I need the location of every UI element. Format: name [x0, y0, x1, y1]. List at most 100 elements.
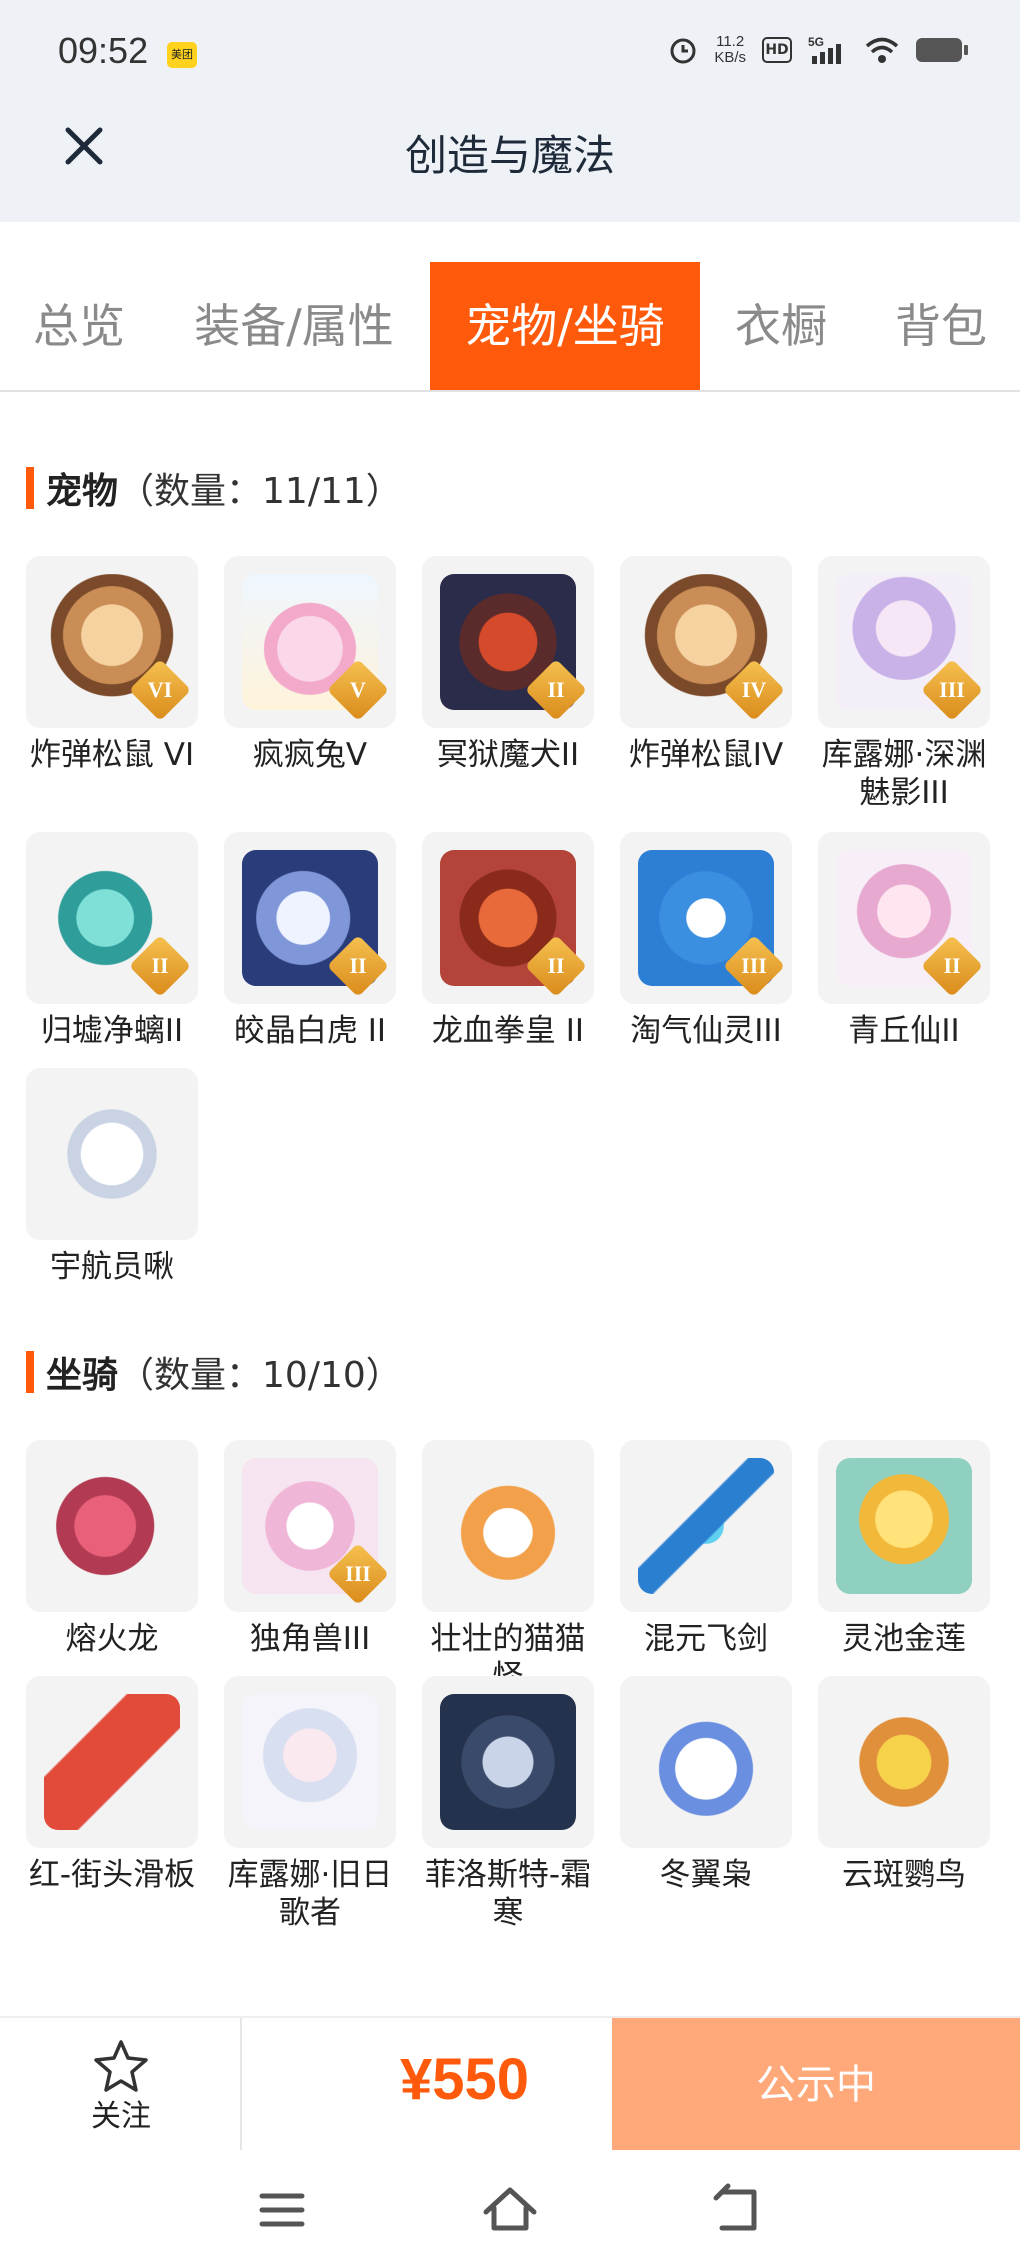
pet-name: 炸弹松鼠IV — [628, 737, 784, 773]
rank-badge-icon: IV — [722, 658, 786, 722]
top-area: 09:52 美团 11.2 KB/s HD 5G 创造与魔法 — [0, 0, 1020, 222]
rank-badge-icon: II — [524, 934, 588, 998]
mount-name: 冬翼枭 — [659, 1857, 753, 1893]
back-icon[interactable] — [708, 2180, 768, 2240]
tab-wardrobe[interactable]: 衣橱 — [700, 262, 862, 390]
pet-thumbnail: II — [224, 832, 396, 1004]
mount-item[interactable]: 壮壮的猫猫怪 — [422, 1440, 594, 1696]
mount-thumbnail — [422, 1676, 594, 1848]
tab-backpack[interactable]: 背包 — [862, 262, 1020, 390]
rank-badge-label: VI — [147, 677, 173, 702]
mount-thumbnail — [818, 1676, 990, 1848]
pet-name: 宇航员啾 — [50, 1249, 174, 1285]
parrot-icon — [836, 1694, 972, 1830]
mount-name: 独角兽III — [249, 1621, 371, 1657]
pet-thumbnail: II — [422, 832, 594, 1004]
price: ¥550 — [400, 2047, 530, 2112]
cat-icon — [440, 1458, 576, 1594]
rank-badge-icon: II — [128, 934, 192, 998]
pet-name: 青丘仙II — [848, 1013, 960, 1049]
rank-badge-label: III — [939, 677, 965, 702]
page-title: 创造与魔法 — [404, 131, 615, 180]
pet-name: 龙血拳皇 II — [431, 1013, 585, 1049]
status-icons: 11.2 KB/s HD 5G — [668, 33, 968, 66]
mount-item[interactable]: 冬翼枭 — [620, 1676, 792, 1894]
mount-item[interactable]: 混元飞剑 — [620, 1440, 792, 1658]
pet-item[interactable]: II 青丘仙II — [818, 832, 990, 1050]
warrior-icon — [440, 1694, 576, 1830]
tab-pets-mounts[interactable]: 宠物/坐骑 — [430, 262, 700, 390]
status-bar: 09:52 美团 11.2 KB/s HD 5G — [0, 0, 1020, 110]
mount-thumbnail — [620, 1676, 792, 1848]
mount-thumbnail — [422, 1440, 594, 1612]
mount-name: 红-街头滑板 — [28, 1857, 196, 1893]
pet-thumbnail: VI — [26, 556, 198, 728]
mount-item[interactable]: 熔火龙 — [26, 1440, 198, 1658]
mount-name: 混元飞剑 — [644, 1621, 768, 1657]
mounts-section-title: 坐骑 （数量：10/10） — [26, 1346, 402, 1398]
pet-thumbnail: III — [818, 556, 990, 728]
mount-item[interactable]: 灵池金莲 — [818, 1440, 990, 1658]
follow-button[interactable]: 关注 — [0, 2018, 242, 2152]
fire-dragon-icon — [44, 1458, 180, 1594]
rank-badge-icon: VI — [128, 658, 192, 722]
pet-item[interactable]: II 冥狱魔犬II — [422, 556, 594, 774]
rank-badge-label: II — [547, 953, 565, 978]
pet-item[interactable]: 宇航员啾 — [26, 1068, 198, 1286]
rank-badge-label: IV — [741, 677, 767, 702]
status-time: 09:52 — [58, 30, 149, 71]
rank-badge-label: V — [350, 677, 366, 702]
mount-thumbnail — [26, 1440, 198, 1612]
mount-name: 熔火龙 — [65, 1621, 159, 1657]
battery-icon — [916, 38, 968, 62]
skateboard-icon — [44, 1694, 180, 1830]
pet-thumbnail: IV — [620, 556, 792, 728]
mount-item[interactable]: 菲洛斯特-霜寒 — [422, 1676, 594, 1932]
mount-name: 云斑鹦鸟 — [842, 1857, 966, 1893]
pet-item[interactable]: III 库露娜·深渊魅影III — [818, 556, 990, 812]
rank-badge-icon: II — [326, 934, 390, 998]
mount-name: 菲洛斯特-霜寒 — [424, 1857, 592, 1931]
pet-item[interactable]: IV 炸弹松鼠IV — [620, 556, 792, 774]
sword-icon — [638, 1458, 774, 1594]
pet-item[interactable]: II 归墟净螭II — [26, 832, 198, 1050]
mount-thumbnail — [620, 1440, 792, 1612]
tab-equipment[interactable]: 装备/属性 — [158, 262, 430, 390]
rank-badge-icon: II — [920, 934, 984, 998]
mount-thumbnail — [818, 1440, 990, 1612]
pet-thumbnail: II — [818, 832, 990, 1004]
mount-thumbnail: III — [224, 1440, 396, 1612]
public-status-button[interactable]: 公示中 — [612, 2018, 1020, 2152]
mount-thumbnail — [224, 1676, 396, 1848]
pet-item[interactable]: III 淘气仙灵III — [620, 832, 792, 1050]
rank-badge-icon: III — [326, 1542, 390, 1606]
pet-name: 疯疯兔V — [252, 737, 368, 773]
network-speed: 11.2 KB/s — [714, 33, 746, 66]
signal-5g-icon: 5G — [808, 35, 841, 64]
mount-item[interactable]: 库露娜·旧日歌者 — [224, 1676, 396, 1932]
menu-icon[interactable] — [252, 2180, 312, 2240]
bottom-bar: 关注 ¥550 公示中 — [0, 2016, 1020, 2152]
mount-item[interactable]: III 独角兽III — [224, 1440, 396, 1658]
pet-thumbnail: III — [620, 832, 792, 1004]
alarm-icon — [670, 38, 696, 64]
pet-item[interactable]: II 龙血拳皇 II — [422, 832, 594, 1050]
pet-item[interactable]: VI 炸弹松鼠 VI — [26, 556, 198, 774]
mount-item[interactable]: 云斑鹦鸟 — [818, 1676, 990, 1894]
singer-icon — [242, 1694, 378, 1830]
pet-thumbnail: II — [422, 556, 594, 728]
home-icon[interactable] — [480, 2180, 540, 2240]
rank-badge-label: II — [547, 677, 565, 702]
pet-item[interactable]: II 皎晶白虎 II — [224, 832, 396, 1050]
rank-badge-label: II — [349, 953, 367, 978]
pet-item[interactable]: V 疯疯兔V — [224, 556, 396, 774]
mount-item[interactable]: 红-街头滑板 — [26, 1676, 198, 1894]
rank-badge-label: II — [151, 953, 169, 978]
rank-badge-icon: V — [326, 658, 390, 722]
tab-overview[interactable]: 总览 — [0, 262, 158, 390]
wifi-icon — [865, 37, 899, 63]
rank-badge-label: II — [943, 953, 961, 978]
pet-name: 皎晶白虎 II — [233, 1013, 387, 1049]
rank-badge-label: III — [345, 1561, 371, 1586]
pets-section-title: 宠物 （数量：11/11） — [26, 462, 402, 514]
